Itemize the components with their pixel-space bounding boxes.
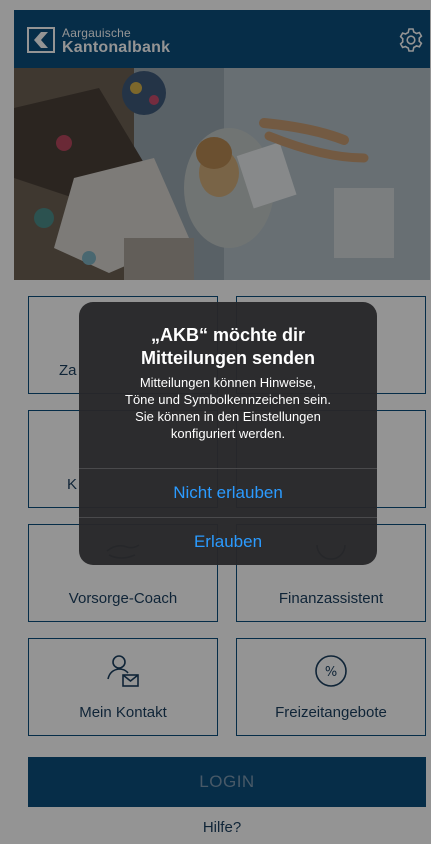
dialog-message: Mitteilungen können Hinweise, Töne und S… <box>107 374 349 442</box>
dialog-message-line3: Sie können in den Einstellungen <box>135 409 321 424</box>
notification-permission-dialog: „AKB“ möchte dir Mitteilungen senden Mit… <box>79 302 377 565</box>
dialog-message-line2: Töne und Symbolkennzeichen sein. <box>125 392 331 407</box>
dialog-message-line4: konfiguriert werden. <box>170 426 286 441</box>
dialog-title: „AKB“ möchte dir Mitteilungen senden <box>95 324 361 370</box>
dialog-title-line2: Mitteilungen senden <box>140 348 315 368</box>
dialog-title-line1: „AKB“ möchte dir <box>150 325 305 345</box>
deny-button[interactable]: Nicht erlauben <box>79 469 377 517</box>
allow-button[interactable]: Erlauben <box>79 518 377 565</box>
dialog-message-line1: Mitteilungen können Hinweise, <box>139 375 317 390</box>
